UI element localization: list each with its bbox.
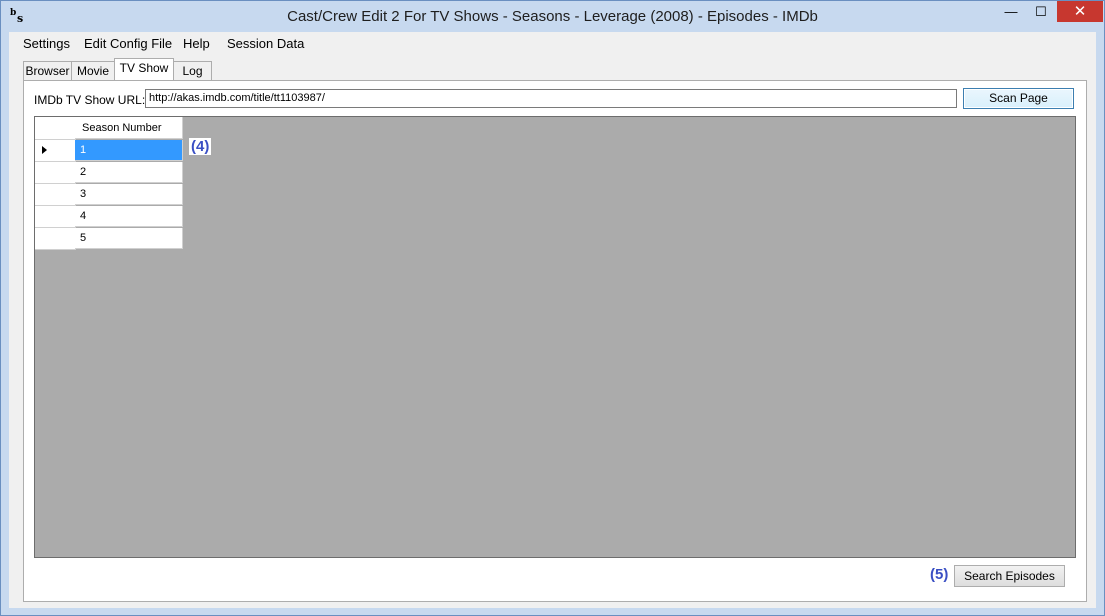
grid-corner[interactable] (35, 117, 76, 140)
current-row-arrow-icon (42, 146, 47, 154)
close-button[interactable]: ✕ (1057, 1, 1103, 22)
menu-session-data[interactable]: Session Data (227, 36, 304, 51)
seasons-grid[interactable]: Season Number 1 2 3 4 5 (4) (34, 116, 1076, 558)
scan-page-button[interactable]: Scan Page (963, 88, 1074, 109)
row-header[interactable] (35, 228, 76, 250)
row-header[interactable] (35, 162, 76, 184)
column-header-season-number[interactable]: Season Number (75, 117, 183, 139)
menu-settings[interactable]: Settings (23, 36, 70, 51)
url-label: IMDb TV Show URL: (34, 93, 146, 107)
tab-movie[interactable]: Movie (71, 61, 115, 80)
table-row[interactable]: 4 (75, 206, 183, 227)
menu-help[interactable]: Help (183, 36, 210, 51)
table-row[interactable]: 2 (75, 162, 183, 183)
annotation-marker-5: (5) (930, 566, 949, 583)
title-bar[interactable]: b s Cast/Crew Edit 2 For TV Shows - Seas… (1, 1, 1104, 32)
row-header[interactable] (35, 206, 76, 228)
maximize-button[interactable]: ☐ (1028, 1, 1054, 22)
table-row[interactable]: 5 (75, 228, 183, 249)
minimize-button[interactable]: — (998, 1, 1024, 22)
annotation-marker-4: (4) (189, 138, 212, 155)
client-area: Settings Edit Config File Help Session D… (9, 32, 1096, 608)
window-title: Cast/Crew Edit 2 For TV Shows - Seasons … (287, 8, 818, 25)
row-header[interactable] (35, 184, 76, 206)
tv-show-panel: IMDb TV Show URL: http://akas.imdb.com/t… (23, 80, 1087, 602)
search-episodes-button[interactable]: Search Episodes (954, 565, 1065, 587)
table-row[interactable]: 3 (75, 184, 183, 205)
app-window: b s Cast/Crew Edit 2 For TV Shows - Seas… (0, 0, 1105, 616)
row-header[interactable] (35, 140, 76, 162)
url-input[interactable]: http://akas.imdb.com/title/tt1103987/ (145, 89, 957, 108)
menu-edit-config-file[interactable]: Edit Config File (84, 36, 172, 51)
tab-browser[interactable]: Browser (23, 61, 72, 80)
tab-tv-show[interactable]: TV Show (114, 58, 174, 80)
menu-bar: Settings Edit Config File Help Session D… (9, 32, 1096, 54)
tab-log[interactable]: Log (173, 61, 212, 80)
table-row[interactable]: 1 (75, 140, 183, 161)
